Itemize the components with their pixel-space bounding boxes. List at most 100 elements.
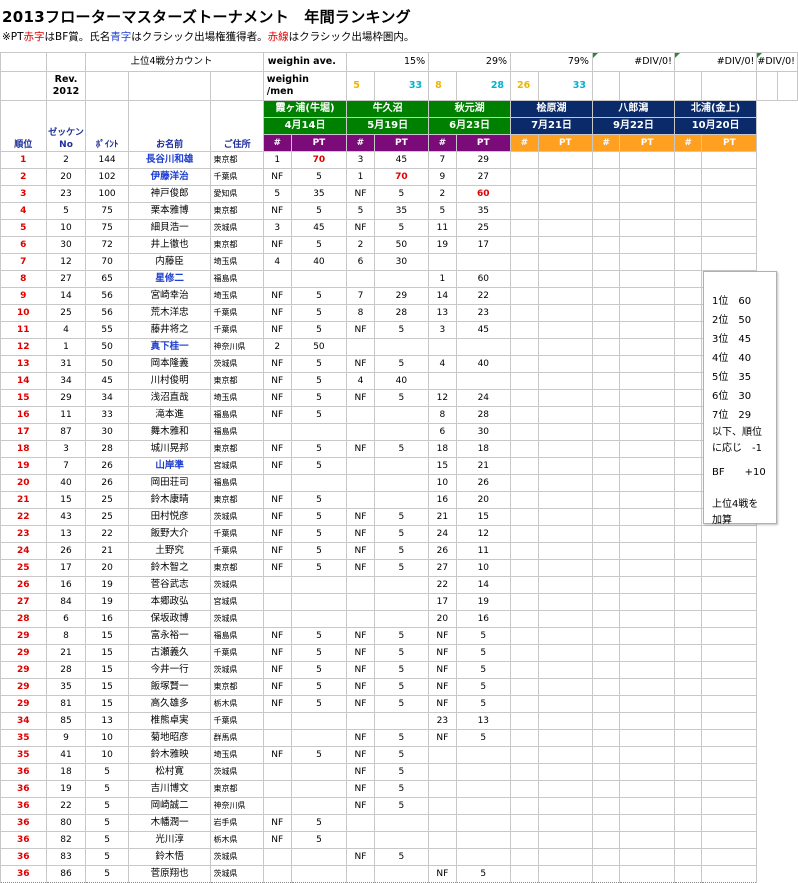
blank-cell — [619, 71, 675, 101]
point-cell: 50 — [85, 355, 129, 373]
place-cell — [510, 610, 539, 628]
place-cell — [510, 168, 539, 186]
pt-cell: 5 — [290, 406, 348, 424]
pt-cell: 70 — [290, 151, 348, 169]
rank-cell: 19 — [0, 457, 47, 475]
venue-name: 八郎潟 — [591, 100, 675, 118]
pt-cell — [290, 848, 348, 866]
zekken-cell: 7 — [45, 457, 87, 475]
place-cell — [428, 780, 457, 798]
rank-cell: 36 — [0, 865, 47, 883]
place-cell — [346, 406, 375, 424]
address-cell: 福島県 — [210, 423, 264, 441]
name-cell: 岡崎誠二 — [127, 797, 212, 815]
name-cell: 鈴木雅映 — [127, 746, 212, 764]
place-cell — [510, 491, 539, 509]
pt-cell — [701, 695, 758, 713]
pt-cell: 5 — [290, 304, 348, 322]
ranking-table: 上位4戦分カウント weighin ave. 15% 29% 79% #DIV/0! #DI… — [0, 52, 798, 883]
rank-cell: 22 — [0, 508, 47, 526]
rank-cell: 36 — [0, 831, 47, 849]
pt-cell: 5 — [290, 559, 348, 577]
place-cell: 3 — [346, 151, 375, 169]
zekken-cell: 43 — [45, 508, 87, 526]
pt-cell: 5 — [455, 627, 512, 645]
place-cell — [510, 542, 539, 560]
place-column-header: # — [428, 134, 457, 152]
page-title: 2013フローターマスターズトーナメント 年間ランキング — [2, 8, 411, 26]
points-rule-comment: 1位 60 2位 50 3位 45 4位 40 5位 35 6位 30 7位 29 以下、順位… — [703, 271, 777, 526]
point-cell: 34 — [85, 389, 129, 407]
zekken-cell: 10 — [45, 219, 87, 237]
pt-cell: 29 — [455, 151, 512, 169]
place-cell — [591, 865, 621, 883]
place-cell — [591, 423, 621, 441]
pt-cell: 5 — [290, 355, 348, 373]
place-cell — [673, 542, 703, 560]
place-cell — [591, 185, 621, 203]
place-cell: NF — [428, 644, 457, 662]
point-cell: 21 — [85, 542, 129, 560]
place-cell — [510, 406, 539, 424]
place-cell: NF — [346, 627, 375, 645]
rank-cell: 11 — [0, 321, 47, 339]
name-cell: 宮崎幸治 — [127, 287, 212, 305]
zekken-cell: 23 — [45, 185, 87, 203]
place-cell: NF — [346, 440, 375, 458]
rank-cell: 13 — [0, 355, 47, 373]
pt-cell — [537, 185, 593, 203]
place-cell: NF — [262, 440, 292, 458]
zekken-cell: 29 — [45, 389, 87, 407]
pt-cell — [619, 610, 675, 628]
zekken-header: ゼッケン No — [45, 100, 87, 152]
place-cell: NF — [262, 304, 292, 322]
point-cell: 56 — [85, 287, 129, 305]
name-cell: 古瀬義久 — [127, 644, 212, 662]
place-cell — [510, 270, 539, 288]
name-cell: 光川淳 — [127, 831, 212, 849]
weighin-ave-label: weighin ave. — [262, 52, 348, 72]
pt-cell: 40 — [373, 372, 430, 390]
pt-cell: 5 — [290, 372, 348, 390]
place-cell: 4 — [428, 355, 457, 373]
pt-cell — [537, 168, 593, 186]
place-cell — [673, 695, 703, 713]
pt-cell: 5 — [373, 542, 430, 560]
point-cell: 100 — [85, 185, 129, 203]
zekken-cell: 21 — [45, 644, 87, 662]
pt-cell — [537, 423, 593, 441]
zekken-cell: 9 — [45, 729, 87, 747]
place-cell — [346, 338, 375, 356]
pt-cell: 35 — [290, 185, 348, 203]
pt-cell: 50 — [290, 338, 348, 356]
pt-cell: 16 — [455, 610, 512, 628]
name-cell: 井上徹也 — [127, 236, 212, 254]
zekken-cell: 16 — [45, 576, 87, 594]
pt-cell — [701, 253, 758, 271]
place-cell: NF — [262, 236, 292, 254]
rank-cell: 36 — [0, 780, 47, 798]
place-cell — [591, 219, 621, 237]
place-cell — [428, 814, 457, 832]
pt-cell: 25 — [455, 219, 512, 237]
pt-cell — [537, 763, 593, 781]
pt-cell — [619, 763, 675, 781]
weighin-men-label: weighin /men — [262, 71, 348, 101]
pt-cell: 5 — [373, 848, 430, 866]
place-column-header: # — [510, 134, 539, 152]
pt-cell — [701, 610, 758, 628]
pt-cell — [290, 474, 348, 492]
point-cell: 30 — [85, 423, 129, 441]
name-cell: 浅沼直哉 — [127, 389, 212, 407]
table-row: 8 27 65 星修二 福島県 1 60 — [0, 270, 798, 288]
pt-cell: 5 — [373, 440, 430, 458]
place-cell: 1 — [346, 168, 375, 186]
venue-name: 霞ヶ浦(牛堀) — [262, 100, 348, 118]
blank-cell — [673, 71, 703, 101]
pt-cell — [619, 491, 675, 509]
venue-date: 10月20日 — [673, 117, 758, 135]
name-header: お名前 — [127, 100, 212, 152]
place-cell — [591, 253, 621, 271]
pt-cell — [537, 542, 593, 560]
table-row: 22 43 25 田村悦彦 茨城県 NF 5 NF 5 21 15 — [0, 508, 798, 526]
